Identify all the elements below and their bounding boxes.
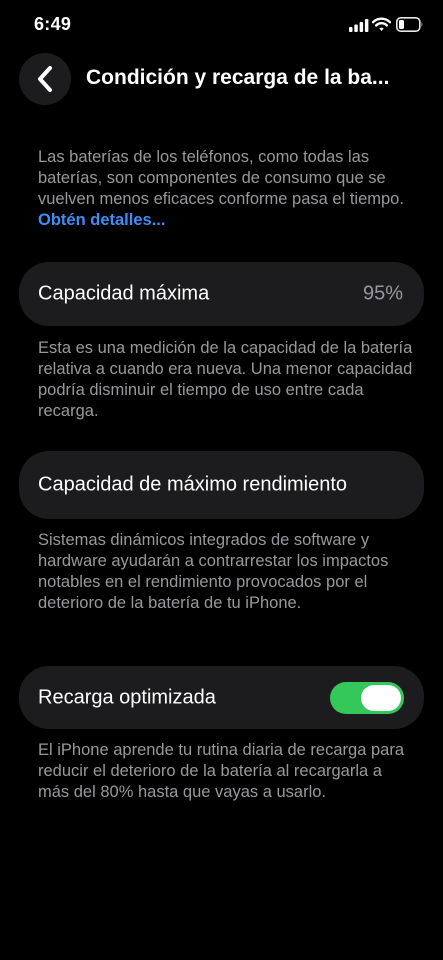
peak-performance-row: Capacidad de máximo rendimiento	[19, 451, 424, 519]
back-button[interactable]	[19, 53, 71, 105]
page-title: Condición y recarga de la ba...	[86, 66, 390, 89]
optimized-charging-label: Recarga optimizada	[38, 686, 216, 708]
optimized-charging-toggle[interactable]	[330, 681, 404, 714]
battery-health-screen: 6:49 Condición y recarga de la ba... Las…	[0, 0, 443, 960]
wifi-icon	[372, 17, 391, 31]
status-time: 6:49	[34, 14, 72, 34]
learn-more-link[interactable]: Obtén detalles...	[38, 211, 165, 229]
optimized-charging-row: Recarga optimizada	[19, 666, 424, 729]
toggle-knob	[361, 684, 401, 711]
max-capacity-row: Capacidad máxima 95%	[19, 262, 424, 326]
max-capacity-label: Capacidad máxima	[38, 282, 210, 305]
peak-performance-description: Sistemas dinámicos integrados de softwar…	[38, 531, 389, 612]
chevron-left-icon	[38, 66, 52, 92]
intro-description: Las baterías de los teléfonos, como toda…	[38, 147, 413, 231]
battery-icon	[396, 17, 423, 32]
intro-text: Las baterías de los teléfonos, como toda…	[38, 148, 404, 208]
max-capacity-description: Esta es una medición de la capacidad de …	[38, 339, 413, 420]
status-bar: 6:49	[0, 0, 443, 50]
peak-performance-label: Capacidad de máximo rendimiento	[38, 473, 348, 496]
max-capacity-value: 95%	[362, 282, 403, 305]
cellular-signal-icon	[349, 19, 369, 32]
optimized-charging-description: El iPhone aprende tu rutina diaria de re…	[38, 741, 404, 801]
